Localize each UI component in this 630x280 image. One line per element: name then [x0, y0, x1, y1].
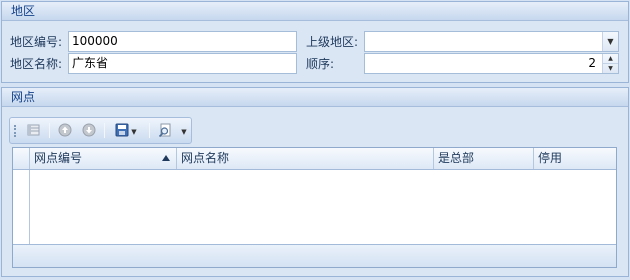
order-spinner[interactable]: 2 ▲ ▼: [364, 53, 619, 74]
grid-view-icon[interactable]: [23, 121, 45, 140]
toolbar-separator: [104, 123, 105, 138]
column-header-label: 网点编号: [34, 151, 83, 165]
grid-corner: [13, 148, 30, 169]
save-dropdown-button[interactable]: ▼: [109, 121, 143, 140]
save-icon: [115, 123, 129, 137]
find-icon[interactable]: [154, 121, 176, 140]
order-value: 2: [588, 56, 596, 70]
toolbar-grip[interactable]: [14, 125, 16, 137]
branch-toolbar: ▼ ▼: [9, 117, 192, 144]
toolbar-separator: [149, 123, 150, 138]
move-down-icon[interactable]: [78, 121, 100, 140]
toolbar-overflow-chevron-icon[interactable]: ▼: [178, 121, 190, 140]
branch-grid[interactable]: 网点编号 网点名称 是总部 停用: [12, 147, 617, 268]
column-header-branch-code[interactable]: 网点编号: [30, 148, 177, 169]
grid-header: 网点编号 网点名称 是总部 停用: [13, 148, 616, 170]
column-header-label: 是总部: [438, 151, 475, 165]
column-header-is-headquarters[interactable]: 是总部: [434, 148, 534, 169]
spin-up-icon[interactable]: ▲: [603, 54, 618, 63]
spinner-buttons[interactable]: ▲ ▼: [602, 54, 618, 73]
branch-group-title: 网点: [2, 88, 628, 107]
grid-footer: [13, 244, 616, 267]
column-header-disabled[interactable]: 停用: [534, 148, 616, 169]
spin-down-icon[interactable]: ▼: [603, 63, 618, 72]
region-name-label: 地区名称:: [10, 57, 63, 71]
column-header-label: 网点名称: [181, 151, 230, 165]
chevron-down-icon[interactable]: ▼: [131, 128, 136, 136]
chevron-down-icon[interactable]: ▼: [602, 32, 618, 51]
parent-region-label: 上级地区:: [306, 35, 359, 49]
move-up-icon[interactable]: [54, 121, 76, 140]
sort-ascending-icon: [162, 155, 170, 161]
column-header-branch-name[interactable]: 网点名称: [177, 148, 434, 169]
region-group-title: 地区: [2, 2, 628, 21]
parent-region-combo[interactable]: ▼: [364, 31, 619, 52]
region-code-field[interactable]: 100000: [68, 31, 297, 52]
order-label: 顺序:: [306, 57, 335, 71]
toolbar-separator: [49, 123, 50, 138]
column-header-label: 停用: [538, 151, 563, 165]
region-code-label: 地区编号:: [10, 35, 63, 49]
region-name-field[interactable]: 广东省: [68, 53, 297, 74]
row-indicator-column: [13, 170, 30, 244]
